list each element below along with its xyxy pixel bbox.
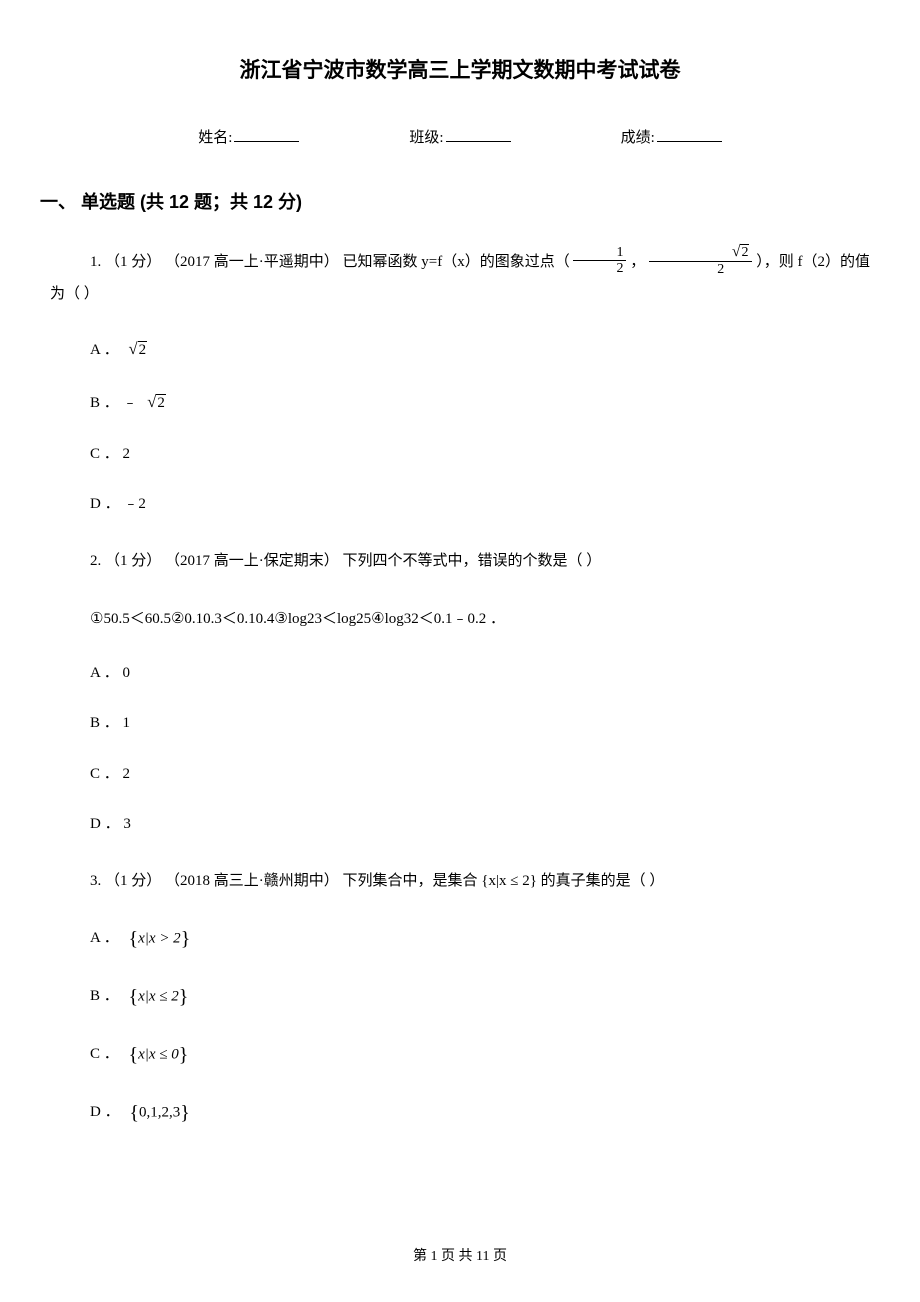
q3-num: 3.	[90, 873, 105, 889]
section-1-header: 一、 单选题 (共 12 题；共 12 分)	[40, 189, 870, 216]
q3-set-expr: {x|x ≤ 2}	[481, 873, 537, 889]
q3-option-d[interactable]: D ． {0,1,2,3}	[90, 1098, 870, 1128]
brace-open-icon: {	[129, 1102, 139, 1124]
question-1: 1. （1 分） （2017 高一上·平遥期中） 已知幂函数 y=f（x）的图象…	[90, 246, 870, 516]
exam-title: 浙江省宁波市数学高三上学期文数期中考试试卷	[50, 55, 870, 87]
q3-option-a[interactable]: A ． {x|x > 2}	[90, 924, 870, 954]
q2-num: 2.	[90, 553, 105, 569]
q1-stem: 1. （1 分） （2017 高一上·平遥期中） 已知幂函数 y=f（x）的图象…	[50, 246, 870, 309]
q3-stem-after: 的真子集的是（ ）	[541, 873, 665, 889]
q1-option-a[interactable]: A ． 2	[90, 337, 870, 362]
brace-open-icon: {	[129, 986, 139, 1008]
question-3: 3. （1 分） （2018 高三上·赣州期中） 下列集合中，是集合 {x|x …	[90, 866, 870, 1128]
name-blank[interactable]	[234, 127, 299, 142]
q3-optB-expr: x|x ≤ 2	[138, 988, 179, 1004]
brace-open-icon: {	[129, 1044, 139, 1066]
brace-close-icon: }	[179, 986, 189, 1008]
name-field: 姓名:	[198, 127, 299, 150]
class-label: 班级:	[409, 127, 443, 150]
name-label: 姓名:	[198, 127, 232, 150]
q3-optC-expr: x|x ≤ 0	[138, 1046, 179, 1062]
q3-stem: 3. （1 分） （2018 高三上·赣州期中） 下列集合中，是集合 {x|x …	[90, 866, 870, 896]
q2-option-a[interactable]: A ． 0	[90, 662, 870, 685]
q1-optD-text: D ． ﹣2	[90, 496, 146, 512]
q3-optA-label: A ．	[90, 930, 119, 946]
fraction-half: 12	[573, 245, 626, 277]
q1-optB-label: B ． ﹣	[90, 395, 138, 411]
q3-optA-expr: x|x > 2	[138, 930, 181, 946]
class-field: 班级:	[409, 127, 510, 150]
q3-stem-before: 下列集合中，是集合	[343, 873, 482, 889]
q2-stem: 2. （1 分） （2017 高一上·保定期末） 下列四个不等式中，错误的个数是…	[90, 546, 870, 576]
q1-optC-text: C ． 2	[90, 446, 130, 462]
q1-source: （2017 高一上·平遥期中）	[165, 254, 339, 270]
score-blank[interactable]	[657, 127, 722, 142]
q2-items: ①50.5＜60.5②0.10.3＜0.10.4③log23＜log25④log…	[90, 604, 870, 634]
q1-num: 1.	[90, 254, 105, 270]
q3-optC-label: C ．	[90, 1046, 119, 1062]
question-2: 2. （1 分） （2017 高一上·保定期末） 下列四个不等式中，错误的个数是…	[90, 546, 870, 836]
q3-option-c[interactable]: C ． {x|x ≤ 0}	[90, 1040, 870, 1070]
sqrt-2-icon: 2	[147, 390, 166, 415]
q2-option-d[interactable]: D ． 3	[90, 813, 870, 836]
q3-option-b[interactable]: B ． {x|x ≤ 2}	[90, 982, 870, 1012]
brace-close-icon: }	[181, 928, 191, 950]
brace-open-icon: {	[129, 928, 139, 950]
sqrt-2-icon: 2	[129, 337, 148, 362]
q1-option-d[interactable]: D ． ﹣2	[90, 493, 870, 516]
q1-points: （1 分）	[105, 254, 161, 270]
q1-point-sep: ，	[630, 254, 649, 270]
brace-close-icon: }	[180, 1102, 190, 1124]
q1-stem-before: 已知幂函数 y=f（x）的图象过点（	[343, 254, 570, 270]
fraction-sqrt2-over-2: 22	[649, 244, 752, 277]
score-label: 成绩:	[621, 127, 655, 150]
page-footer: 第 1 页 共 11 页	[0, 1246, 920, 1267]
student-info-row: 姓名: 班级: 成绩:	[50, 127, 870, 150]
q1-option-b[interactable]: B ． ﹣ 2	[90, 390, 870, 415]
brace-close-icon: }	[179, 1044, 189, 1066]
q2-stem-text: 下列四个不等式中，错误的个数是（ ）	[343, 553, 602, 569]
q3-points: （1 分）	[105, 873, 161, 889]
q2-points: （1 分）	[105, 553, 161, 569]
q2-option-b[interactable]: B ． 1	[90, 712, 870, 735]
q3-optD-label: D ．	[90, 1104, 120, 1120]
q1-option-c[interactable]: C ． 2	[90, 443, 870, 466]
q3-source: （2018 高三上·赣州期中）	[165, 873, 339, 889]
q3-optD-expr: 0,1,2,3	[139, 1104, 180, 1120]
q2-source: （2017 高一上·保定期末）	[165, 553, 339, 569]
q1-optA-label: A ．	[90, 342, 119, 358]
class-blank[interactable]	[446, 127, 511, 142]
q3-optB-label: B ．	[90, 988, 119, 1004]
score-field: 成绩:	[621, 127, 722, 150]
q2-option-c[interactable]: C ． 2	[90, 763, 870, 786]
